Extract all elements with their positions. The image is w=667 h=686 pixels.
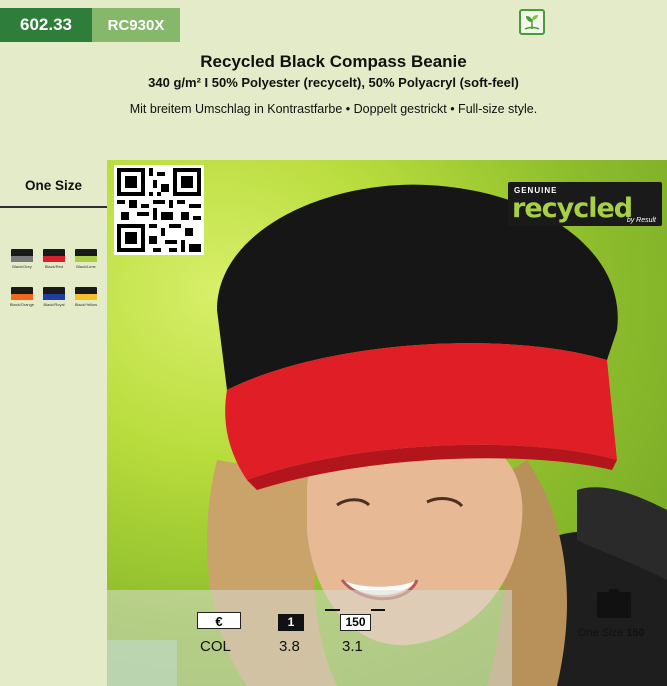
swatch-label: Black/Royal xyxy=(43,302,65,307)
badge-by: by Result xyxy=(626,217,656,224)
swatch-label: Black/Yellow xyxy=(74,302,98,307)
swatch-label: Black/Orange xyxy=(9,302,35,307)
color-swatch[interactable] xyxy=(43,287,65,300)
recycled-badge: GENUINE recycled by Result xyxy=(508,182,662,226)
size-heading: One Size xyxy=(24,178,83,193)
article-code: RC930X xyxy=(92,8,180,42)
qty-150-box: 150 xyxy=(340,614,371,631)
col-label: COL xyxy=(200,638,231,655)
pricing-panel xyxy=(107,590,512,686)
qty-line-left xyxy=(325,609,340,611)
currency-box: € xyxy=(197,612,241,629)
divider xyxy=(0,206,107,208)
packaging-quantity: 150 xyxy=(626,627,645,639)
swatch-label: Black/Lime xyxy=(76,264,96,269)
packaging-size: One Size xyxy=(578,627,624,639)
cap-icon xyxy=(597,589,631,618)
badge-recycled: recycled xyxy=(512,193,633,224)
color-swatch[interactable] xyxy=(11,249,33,262)
color-swatch[interactable] xyxy=(75,249,97,262)
packaging-info: One Size 150 xyxy=(578,627,645,639)
color-swatch[interactable] xyxy=(11,287,33,300)
size-sidebar xyxy=(0,160,107,686)
color-swatch[interactable] xyxy=(75,287,97,300)
color-swatch[interactable] xyxy=(43,249,65,262)
eco-leaf-icon xyxy=(519,9,545,35)
qty-line-right xyxy=(371,609,385,611)
product-title: Recycled Black Compass Beanie xyxy=(200,52,467,71)
top-bar: 602.33 RC930X xyxy=(0,0,667,52)
swatch-label: Black/Grey xyxy=(12,264,32,269)
product-material: 340 g/m² I 50% Polyester (recycelt), 50%… xyxy=(148,75,519,90)
qty-1-box: 1 xyxy=(278,614,304,631)
qr-code[interactable] xyxy=(114,165,204,255)
swatch-label: Black/Red xyxy=(44,264,64,269)
catalog-code: 602.33 xyxy=(0,8,92,42)
price-150: 3.1 xyxy=(342,638,363,655)
price-1: 3.8 xyxy=(279,638,300,655)
product-description: Mit breitem Umschlag in Kontrastfarbe • … xyxy=(129,102,538,116)
